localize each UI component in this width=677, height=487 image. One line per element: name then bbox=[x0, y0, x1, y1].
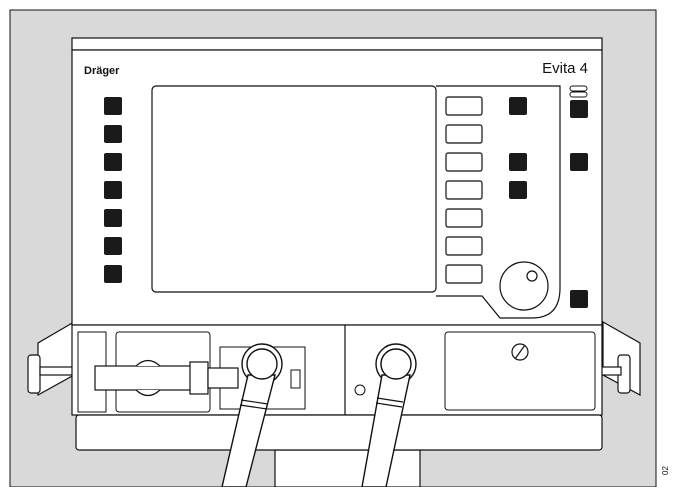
standby-key[interactable] bbox=[570, 290, 588, 308]
function-key-1[interactable] bbox=[509, 97, 527, 115]
left-key-1[interactable] bbox=[104, 97, 122, 115]
rotary-knob-icon[interactable] bbox=[499, 261, 549, 311]
soft-key-1[interactable] bbox=[445, 96, 483, 116]
trolley-column bbox=[274, 449, 421, 487]
function-key-2[interactable] bbox=[509, 153, 527, 171]
model-name: Evita 4 bbox=[542, 60, 588, 77]
left-key-4[interactable] bbox=[104, 181, 122, 199]
soft-key-5[interactable] bbox=[445, 208, 483, 228]
ventilator-front-view: Dräger Evita 4 02 bbox=[9, 9, 670, 487]
soft-key-column bbox=[445, 96, 483, 284]
alarm-silence-key[interactable] bbox=[570, 100, 588, 118]
soft-key-2[interactable] bbox=[445, 124, 483, 144]
left-key-3[interactable] bbox=[104, 153, 122, 171]
left-key-7[interactable] bbox=[104, 265, 122, 283]
status-lamp bbox=[354, 384, 366, 396]
soft-key-4[interactable] bbox=[445, 180, 483, 200]
connector-clip bbox=[290, 369, 301, 389]
alarm-reset-key[interactable] bbox=[570, 153, 588, 171]
function-key-3[interactable] bbox=[509, 181, 527, 199]
figure-code: 02 bbox=[661, 466, 670, 475]
top-rail bbox=[71, 37, 603, 51]
left-key-5[interactable] bbox=[104, 209, 122, 227]
left-key-2[interactable] bbox=[104, 125, 122, 143]
base-shelf bbox=[75, 414, 603, 451]
alarm-light-icon bbox=[569, 85, 588, 98]
left-key-6[interactable] bbox=[104, 237, 122, 255]
soft-key-6[interactable] bbox=[445, 236, 483, 256]
display-screen bbox=[151, 85, 437, 293]
soft-key-3[interactable] bbox=[445, 152, 483, 172]
slotted-screw-icon bbox=[511, 343, 529, 361]
brand-logo: Dräger bbox=[84, 65, 120, 77]
soft-key-7[interactable] bbox=[445, 264, 483, 284]
